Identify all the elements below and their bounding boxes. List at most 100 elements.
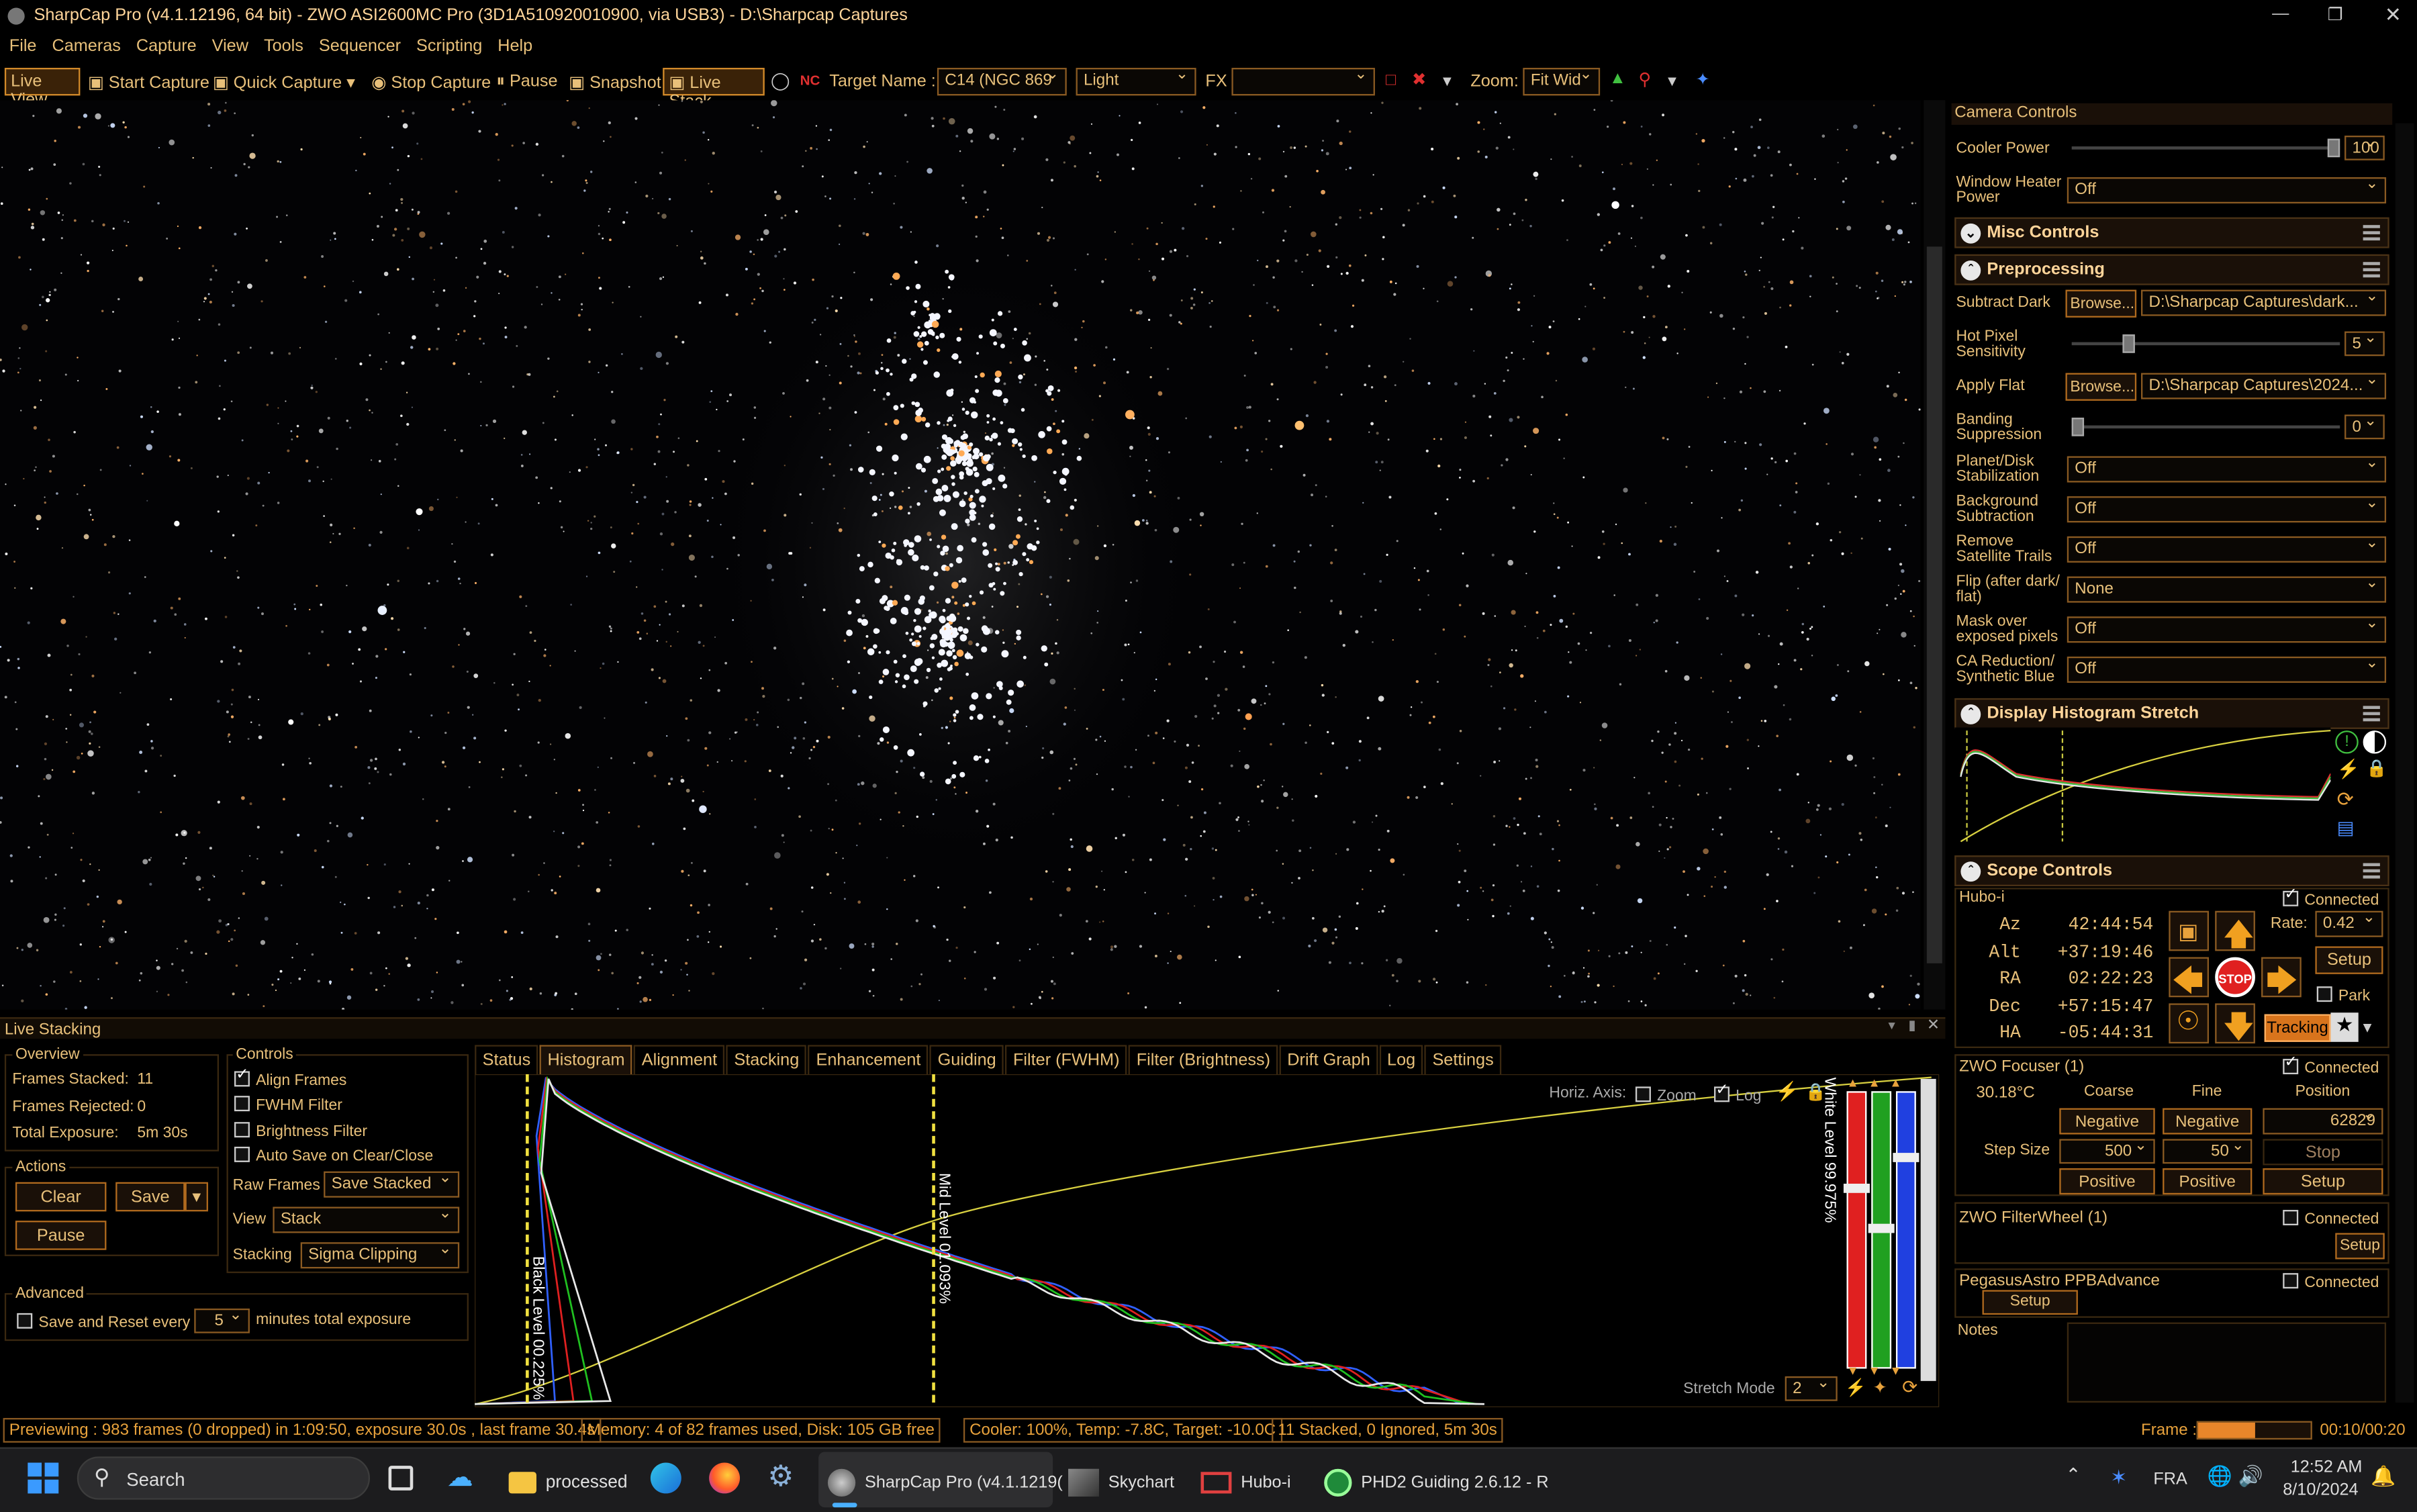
checkbox-icon[interactable] bbox=[17, 1313, 33, 1329]
tray-chevron-icon[interactable]: ⌃ bbox=[2066, 1464, 2081, 1486]
west-button[interactable]: 🡄 bbox=[2169, 957, 2210, 999]
live-stack-image[interactable] bbox=[0, 100, 1921, 1010]
notification-bell-icon[interactable]: 🔔 bbox=[2371, 1464, 2396, 1489]
bg-sub-select[interactable]: Off bbox=[2067, 496, 2387, 523]
slider-thumb[interactable] bbox=[2122, 334, 2136, 353]
tab-stacking[interactable]: Stacking bbox=[726, 1045, 807, 1076]
flip-select[interactable]: None bbox=[2067, 576, 2387, 603]
collapse-icon[interactable]: ˆ bbox=[1960, 704, 1981, 724]
window-heater-select[interactable]: Off bbox=[2067, 177, 2387, 204]
hamburger-icon[interactable] bbox=[2363, 863, 2380, 879]
lightning-icon[interactable]: ⚡ bbox=[2337, 758, 2360, 779]
menu-sequencer[interactable]: Sequencer bbox=[311, 37, 408, 62]
firefox-icon[interactable] bbox=[709, 1462, 741, 1494]
menu-view[interactable]: View bbox=[204, 37, 256, 62]
widgets-icon[interactable]: ☁ bbox=[447, 1463, 473, 1494]
scope-controls-header[interactable]: ˆ Scope Controls bbox=[1954, 855, 2389, 886]
save-icon[interactable]: ▤ bbox=[2337, 817, 2355, 839]
cooler-power-value[interactable]: 100 bbox=[2344, 136, 2385, 160]
slider-thumb[interactable] bbox=[2327, 138, 2340, 158]
blue-level-slider[interactable] bbox=[1895, 1091, 1916, 1369]
focuser-setup-button[interactable]: Setup bbox=[2263, 1168, 2383, 1195]
hamburger-icon[interactable] bbox=[2363, 706, 2380, 722]
mini-histogram[interactable] bbox=[1954, 727, 2331, 845]
histogram-icon[interactable]: ▲ bbox=[1609, 69, 1626, 88]
brightness-filter-checkbox[interactable]: Brightness Filter bbox=[234, 1122, 367, 1141]
start-capture-button[interactable]: ▣ Start Capture bbox=[88, 73, 209, 93]
fine-negative-button[interactable]: Negative bbox=[2163, 1108, 2253, 1135]
panel-pin-icon[interactable]: ▮ bbox=[1908, 1017, 1915, 1034]
tab-filter-brightness[interactable]: Filter (Brightness) bbox=[1129, 1045, 1278, 1076]
stop-capture-button[interactable]: ◉ Stop Capture bbox=[371, 73, 491, 93]
selection-icon[interactable]: □ bbox=[1386, 71, 1396, 90]
menu-capture[interactable]: Capture bbox=[128, 37, 204, 62]
magnifier-dropdown-icon[interactable]: ▾ bbox=[1668, 71, 1676, 91]
image-vertical-scrollbar[interactable] bbox=[1924, 100, 1946, 1010]
scroll-thumb[interactable] bbox=[1926, 246, 1942, 963]
center-button[interactable]: ☉ bbox=[2169, 1003, 2210, 1044]
scope-setup-button[interactable]: Setup bbox=[2315, 946, 2383, 974]
settings-icon[interactable]: ⚙ bbox=[767, 1460, 794, 1495]
save-dropdown-button[interactable]: ▾ bbox=[185, 1182, 208, 1212]
clock-date[interactable]: 8/10/2024 bbox=[2283, 1481, 2358, 1500]
lock-icon[interactable]: 🔒 bbox=[2366, 758, 2387, 779]
magnifier-icon[interactable]: ⚲ bbox=[1639, 69, 1652, 90]
pause-stack-button[interactable]: Pause bbox=[15, 1221, 107, 1250]
banding-value[interactable]: 0 bbox=[2344, 414, 2385, 440]
camera-controls-header[interactable]: Camera Controls bbox=[1951, 103, 2393, 125]
windows-start-icon[interactable] bbox=[28, 1462, 59, 1494]
save-reset-minutes[interactable]: 5 bbox=[194, 1308, 250, 1333]
menu-file[interactable]: File bbox=[0, 37, 44, 62]
reset-levels-icon[interactable]: ⟳ bbox=[1902, 1376, 1917, 1398]
cooler-power-slider[interactable] bbox=[2071, 138, 2340, 158]
crosshair-dropdown-icon[interactable]: ▾ bbox=[1443, 71, 1452, 91]
clear-button[interactable]: Clear bbox=[15, 1182, 107, 1212]
star-tracking-icon[interactable]: ★ bbox=[2330, 1012, 2359, 1042]
menu-tools[interactable]: Tools bbox=[256, 37, 311, 62]
fwhm-filter-checkbox[interactable]: FWHM Filter bbox=[234, 1096, 342, 1115]
snapshot-button[interactable]: ▣ Snapshot bbox=[569, 73, 661, 93]
park-checkbox[interactable]: Park bbox=[2316, 986, 2370, 1005]
hot-pixel-value[interactable]: 5 bbox=[2344, 331, 2385, 357]
edge-icon[interactable] bbox=[650, 1462, 681, 1494]
stop-button[interactable]: STOP bbox=[2215, 957, 2255, 998]
white-level-slider[interactable] bbox=[1920, 1078, 1936, 1381]
reset-icon[interactable]: ⟳ bbox=[2337, 788, 2354, 812]
menu-cameras[interactable]: Cameras bbox=[44, 37, 128, 62]
tab-histogram[interactable]: Histogram bbox=[539, 1045, 633, 1076]
filterwheel-setup-button[interactable]: Setup bbox=[2335, 1233, 2385, 1260]
pegasus-setup-button[interactable]: Setup bbox=[1982, 1290, 2078, 1315]
checkbox-icon[interactable] bbox=[2316, 986, 2332, 1002]
task-view-icon[interactable] bbox=[388, 1466, 414, 1491]
log-checkbox[interactable]: Log bbox=[1714, 1084, 1761, 1105]
tracking-dropdown-icon[interactable]: ▾ bbox=[2363, 1017, 2372, 1037]
coarse-positive-button[interactable]: Positive bbox=[2059, 1168, 2155, 1195]
hamburger-icon[interactable] bbox=[2363, 225, 2380, 241]
focuser-stop-button[interactable]: Stop bbox=[2263, 1139, 2383, 1166]
red-level-slider[interactable] bbox=[1846, 1091, 1867, 1369]
taskbar-sharpcap[interactable]: SharpCap Pro (v4.1.1219( bbox=[827, 1460, 1063, 1506]
minimize-icon[interactable]: — bbox=[2272, 5, 2289, 23]
misc-controls-header[interactable]: ⌄ Misc Controls bbox=[1954, 217, 2389, 248]
taskbar-explorer[interactable]: processed bbox=[508, 1460, 628, 1506]
panel-menu-icon[interactable]: ▾ bbox=[1888, 1017, 1895, 1034]
fx-select[interactable] bbox=[1231, 68, 1375, 96]
checkbox-icon[interactable] bbox=[1635, 1086, 1651, 1102]
taskbar-skychart[interactable]: Skychart bbox=[1068, 1460, 1174, 1506]
histogram-stretch-header[interactable]: ˆ Display Histogram Stretch bbox=[1954, 698, 2389, 729]
view-select[interactable]: Stack bbox=[273, 1207, 460, 1233]
checkbox-icon[interactable] bbox=[234, 1146, 250, 1162]
checkbox-icon[interactable] bbox=[2283, 888, 2299, 906]
focuser-connected-checkbox[interactable]: Connected bbox=[2283, 1055, 2379, 1078]
flat-file-select[interactable]: D:\Sharpcap Captures\2024... bbox=[2141, 373, 2387, 399]
red-handle[interactable] bbox=[1843, 1184, 1870, 1193]
mount-connected-checkbox[interactable]: Connected bbox=[2283, 888, 2379, 910]
preprocessing-header[interactable]: ˆ Preprocessing bbox=[1954, 254, 2389, 285]
tracking-button[interactable]: Tracking bbox=[2264, 1014, 2331, 1042]
volume-icon[interactable]: 🔊 bbox=[2238, 1464, 2263, 1489]
zoom-select[interactable]: Fit Wid bbox=[1523, 68, 1601, 96]
save-reset-checkbox[interactable]: Save and Reset every bbox=[17, 1313, 190, 1332]
network-icon[interactable]: 🌐 bbox=[2208, 1464, 2232, 1489]
menu-scripting[interactable]: Scripting bbox=[409, 37, 490, 62]
fine-positive-button[interactable]: Positive bbox=[2163, 1168, 2253, 1195]
